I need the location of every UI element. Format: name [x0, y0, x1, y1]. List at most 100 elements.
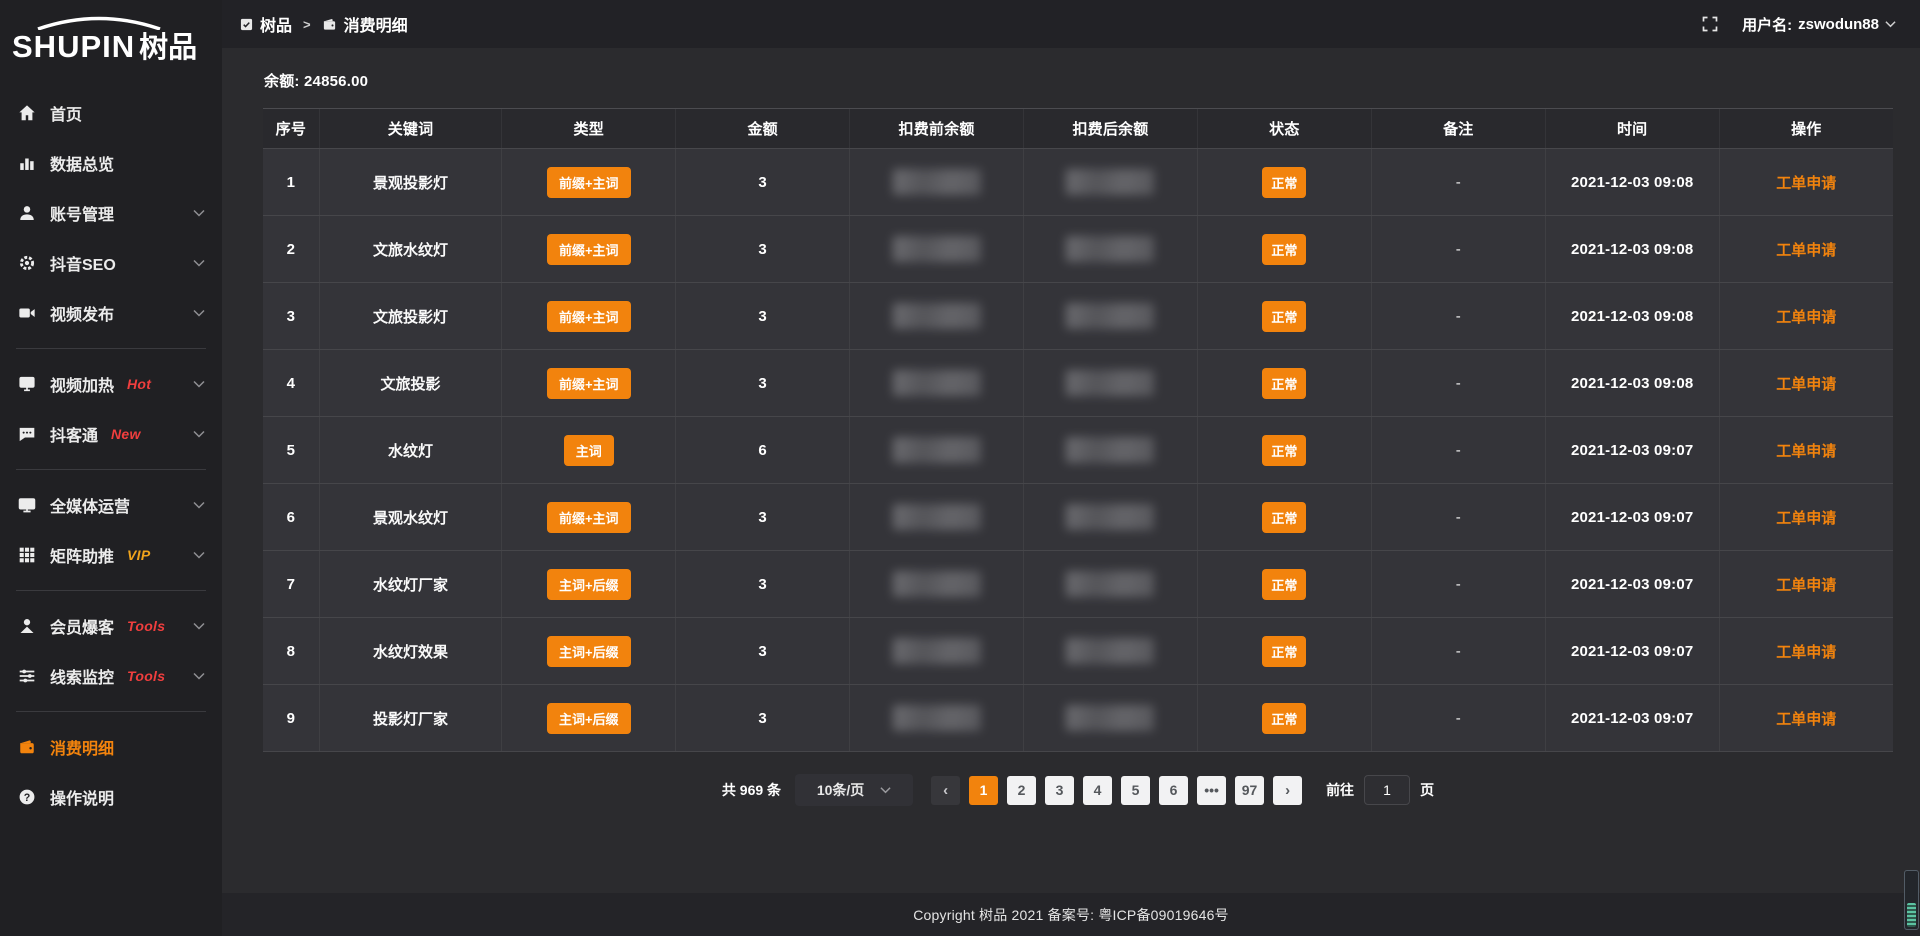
- cell-balance-after: [1024, 149, 1198, 216]
- work-order-link[interactable]: 工单申请: [1776, 711, 1836, 728]
- sidebar-item-douyin-seo[interactable]: 抖音SEO: [0, 238, 222, 288]
- type-badge: 主词+后缀: [547, 703, 631, 734]
- sidebar-item-douketong[interactable]: 抖客通New: [0, 409, 222, 459]
- cell-time: 2021-12-03 09:08: [1545, 283, 1719, 350]
- video-icon: [17, 303, 37, 323]
- work-order-link[interactable]: 工单申请: [1776, 242, 1836, 259]
- work-order-link[interactable]: 工单申请: [1776, 175, 1836, 192]
- table-row: 3文旅投影灯前缀+主词3正常-2021-12-03 09:08工单申请: [263, 283, 1893, 350]
- sidebar-item-data-overview[interactable]: 数据总览: [0, 138, 222, 188]
- sidebar-item-home[interactable]: 首页: [0, 88, 222, 138]
- work-order-link[interactable]: 工单申请: [1776, 443, 1836, 460]
- redacted-value: [893, 437, 981, 463]
- page-button-4[interactable]: 4: [1083, 776, 1112, 805]
- cell-action: 工单申请: [1719, 685, 1893, 752]
- page-ellipsis-button[interactable]: •••: [1197, 776, 1226, 805]
- sidebar-item-badge: Hot: [127, 376, 151, 392]
- cell-balance-after: [1024, 417, 1198, 484]
- person-icon: [17, 616, 37, 636]
- user-menu[interactable]: 用户名: zswodun88: [1742, 14, 1896, 35]
- scrollbar-handle[interactable]: [1907, 903, 1916, 927]
- sidebar-item-help[interactable]: ?操作说明: [0, 772, 222, 822]
- status-badge: 正常: [1262, 301, 1306, 332]
- gear-icon: [17, 253, 37, 273]
- cell-type: 主词+后缀: [502, 618, 676, 685]
- page-button-5[interactable]: 5: [1121, 776, 1150, 805]
- cell-balance-after: [1024, 484, 1198, 551]
- type-badge: 前缀+主词: [547, 167, 631, 198]
- scrollbar-widget[interactable]: [1904, 870, 1919, 930]
- goto-page-input[interactable]: [1364, 775, 1410, 805]
- redacted-value: [893, 504, 981, 530]
- cell-balance-before: [850, 283, 1024, 350]
- type-badge: 主词+后缀: [547, 636, 631, 667]
- sidebar-divider: [16, 348, 206, 349]
- page-button-97[interactable]: 97: [1235, 776, 1264, 805]
- chevron-down-icon: [193, 380, 205, 388]
- next-page-button[interactable]: ›: [1273, 776, 1302, 805]
- work-order-link[interactable]: 工单申请: [1776, 510, 1836, 527]
- cell-type: 主词+后缀: [502, 685, 676, 752]
- cell-status: 正常: [1197, 618, 1371, 685]
- wallet-icon: [17, 737, 37, 757]
- cell-remark: -: [1371, 618, 1545, 685]
- sidebar-item-video-heat[interactable]: 视频加热 Hot: [0, 359, 222, 409]
- page-button-6[interactable]: 6: [1159, 776, 1188, 805]
- page-button-3[interactable]: 3: [1045, 776, 1074, 805]
- balance-line: 余额: 24856.00: [264, 70, 1893, 91]
- sidebar-item-account-manage[interactable]: 账号管理: [0, 188, 222, 238]
- cell-action: 工单申请: [1719, 283, 1893, 350]
- logo-text-latin: SHUPIN: [12, 29, 135, 64]
- column-header: 类型: [502, 109, 676, 149]
- table-row: 5水纹灯主词6正常-2021-12-03 09:07工单申请: [263, 417, 1893, 484]
- grid-icon: [17, 545, 37, 565]
- cell-type: 主词: [502, 417, 676, 484]
- main-column: 树品 > 消费明细 用户名: zswodun88: [222, 0, 1920, 936]
- table-row: 4文旅投影前缀+主词3正常-2021-12-03 09:08工单申请: [263, 350, 1893, 417]
- type-badge: 前缀+主词: [547, 301, 631, 332]
- chevron-down-icon: [193, 672, 205, 680]
- work-order-link[interactable]: 工单申请: [1776, 309, 1836, 326]
- sidebar-item-label: 数据总览: [50, 151, 114, 175]
- sidebar-item-label: 视频加热: [50, 372, 114, 396]
- work-order-link[interactable]: 工单申请: [1776, 376, 1836, 393]
- app-root: SHUPIN 树品 首页数据总览账号管理抖音SEO视频发布视频加热 Hot 抖客通Ne…: [0, 0, 1920, 936]
- status-badge: 正常: [1262, 435, 1306, 466]
- cell-index: 7: [263, 551, 319, 618]
- sidebar-item-matrix-boost[interactable]: 矩阵助推VIP: [0, 530, 222, 580]
- cell-keyword: 文旅水纹灯: [319, 216, 502, 283]
- page-button-2[interactable]: 2: [1007, 776, 1036, 805]
- cell-status: 正常: [1197, 685, 1371, 752]
- cell-time: 2021-12-03 09:08: [1545, 149, 1719, 216]
- sidebar-menu: 首页数据总览账号管理抖音SEO视频发布视频加热 Hot 抖客通New 全媒体运营矩阵助…: [0, 84, 222, 936]
- cell-remark: -: [1371, 484, 1545, 551]
- work-order-link[interactable]: 工单申请: [1776, 577, 1836, 594]
- column-header: 操作: [1719, 109, 1893, 149]
- sidebar-item-badge: Tools: [127, 618, 165, 634]
- redacted-value: [1066, 370, 1154, 396]
- cell-amount: 3: [676, 283, 850, 350]
- user-label: 用户名:: [1742, 14, 1792, 35]
- fullscreen-icon[interactable]: [1702, 16, 1718, 32]
- sidebar-item-consumption-detail[interactable]: 消费明细: [0, 722, 222, 772]
- prev-page-button[interactable]: ‹: [931, 776, 960, 805]
- sidebar-item-clue-monitor[interactable]: 线索监控Tools: [0, 651, 222, 701]
- cell-amount: 3: [676, 484, 850, 551]
- bar-chart-icon: [17, 153, 37, 173]
- status-badge: 正常: [1262, 368, 1306, 399]
- breadcrumb-root[interactable]: 树品: [260, 12, 292, 36]
- sidebar-item-label: 线索监控: [50, 664, 114, 688]
- goto-suffix: 页: [1420, 780, 1434, 800]
- sidebar-item-video-publish[interactable]: 视频发布: [0, 288, 222, 338]
- svg-text:?: ?: [24, 792, 31, 804]
- cell-remark: -: [1371, 417, 1545, 484]
- type-badge: 前缀+主词: [547, 234, 631, 265]
- sidebar-item-member-baoke[interactable]: 会员爆客Tools: [0, 601, 222, 651]
- work-order-link[interactable]: 工单申请: [1776, 644, 1836, 661]
- cell-remark: -: [1371, 685, 1545, 752]
- screen-icon: [17, 374, 37, 394]
- page-button-1[interactable]: 1: [969, 776, 998, 805]
- page-size-select[interactable]: 10条/页: [795, 774, 913, 806]
- cell-time: 2021-12-03 09:07: [1545, 484, 1719, 551]
- sidebar-item-all-media[interactable]: 全媒体运营: [0, 480, 222, 530]
